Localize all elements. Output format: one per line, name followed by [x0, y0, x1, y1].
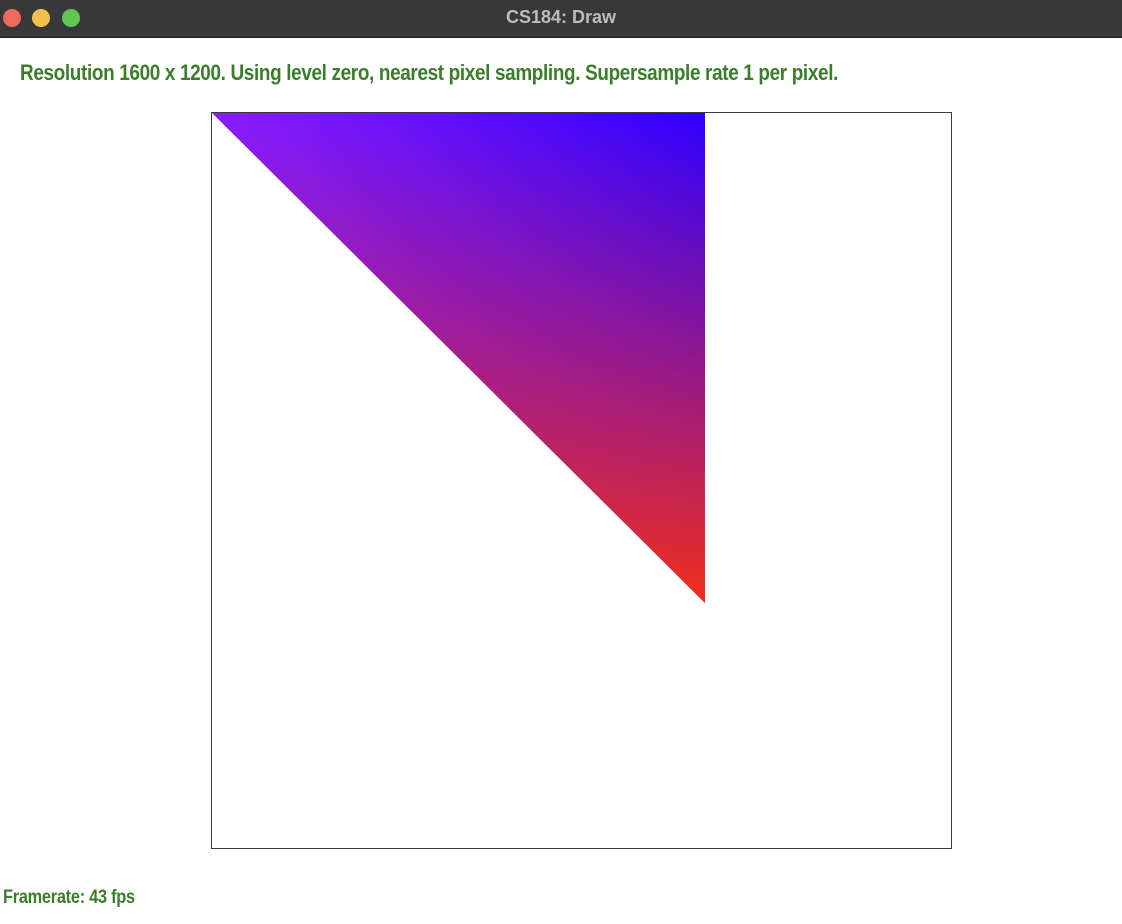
window-titlebar: CS184: Draw: [0, 0, 1122, 38]
framerate-text: Framerate: 43 fps: [3, 887, 135, 908]
gradient-triangle-overlay: [212, 113, 705, 603]
render-status-text: Resolution 1600 x 1200. Using level zero…: [20, 60, 839, 85]
canvas-svg: [212, 113, 705, 603]
drawing-canvas[interactable]: [211, 112, 952, 849]
window-title: CS184: Draw: [505, 7, 617, 27]
